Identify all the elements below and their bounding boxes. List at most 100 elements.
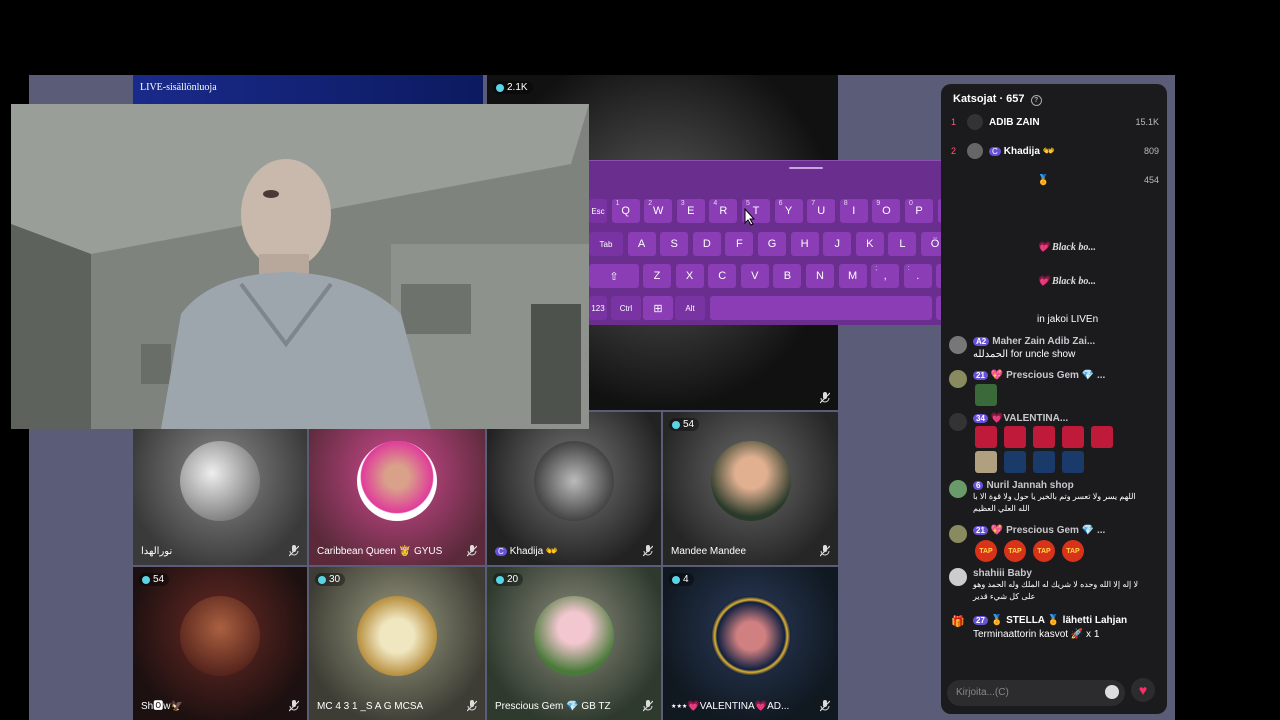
muted-mic-icon — [643, 545, 653, 557]
sticker-image — [1004, 451, 1026, 473]
guest-name: ٭٭٭💗VALENTINA💗AD... — [671, 701, 790, 712]
diamond-icon — [496, 83, 504, 92]
avatar — [710, 595, 791, 676]
sticker-image — [1033, 426, 1055, 448]
viewer-count-badge: 54 — [139, 573, 170, 586]
keyboard-key[interactable]: B — [773, 264, 802, 288]
gift-message[interactable]: 🎁 27 🏅 STELLA 🏅 lähetti Lahjan Terminaatt… — [949, 615, 1161, 645]
sticker-image — [1004, 426, 1026, 448]
guest-tile[interactable]: Caribbean Queen 👸 GYUS — [309, 412, 485, 565]
keyboard-drag-handle[interactable] — [789, 167, 823, 169]
esc-key[interactable]: Esc — [589, 199, 607, 223]
host-video-strip: LIVE-sisällönluoja — [133, 75, 483, 105]
space-key[interactable] — [710, 296, 932, 320]
avatar — [967, 114, 983, 130]
chat-message-partial: 💗 Black bo... — [1037, 276, 1096, 287]
keyboard-key[interactable]: D — [692, 232, 721, 256]
chat-message[interactable]: 21 💖 Prescious Gem 💎 ... — [949, 370, 1161, 406]
keyboard-key[interactable]: 4R — [709, 199, 738, 223]
muted-mic-icon — [289, 700, 299, 712]
diamond-icon — [142, 575, 150, 584]
webcam-preview[interactable] — [11, 104, 589, 429]
keyboard-key[interactable]: S — [660, 232, 689, 256]
avatar — [949, 568, 967, 586]
keyboard-key[interactable]: 8I — [839, 199, 868, 223]
viewers-header[interactable]: Katsojat · 657 ? — [953, 93, 1042, 106]
viewer-row[interactable]: 1 ADIB ZAIN 15.1K — [951, 112, 1159, 132]
chat-message[interactable]: 21 💖 Prescious Gem 💎 ... TAP TAP TAP TAP — [949, 525, 1161, 562]
alt-key[interactable]: Alt — [675, 296, 705, 320]
keyboard-key[interactable]: F — [725, 232, 754, 256]
keyboard-key[interactable]: K — [855, 232, 884, 256]
keyboard-key[interactable]: 1Q — [611, 199, 640, 223]
guest-tile[interactable]: نورالهدا — [133, 412, 307, 565]
sticker-image — [1062, 451, 1084, 473]
guest-name: Caribbean Queen 👸 GYUS — [317, 546, 443, 557]
avatar — [357, 440, 437, 521]
guest-tile[interactable]: 30 MC 4 3 1 _S A G MCSA — [309, 567, 485, 720]
tap-sticker: TAP — [975, 540, 997, 562]
emoji-icon[interactable] — [1105, 685, 1119, 699]
keyboard-key[interactable]: ;, — [871, 264, 900, 288]
guest-name: MC 4 3 1 _S A G MCSA — [317, 701, 424, 712]
chat-input[interactable]: Kirjoita...(C) — [947, 680, 1125, 706]
chat-message[interactable]: 34 💗VALENTINA... — [949, 413, 1161, 473]
chat-message[interactable]: A2 Maher Zain Adib Zai... الحمدلله for un… — [949, 336, 1161, 366]
keyboard-key[interactable]: M — [838, 264, 867, 288]
avatar — [949, 413, 967, 431]
guest-tile[interactable]: 54 Mandee Mandee — [663, 412, 838, 565]
tab-key[interactable]: Tab — [589, 232, 623, 256]
keyboard-key[interactable]: X — [675, 264, 704, 288]
heart-like-button[interactable]: ♥ — [1131, 678, 1155, 702]
chat-message[interactable]: shahiii Baby لا إله إلا الله وحده لا شري… — [949, 568, 1161, 604]
avatar — [710, 440, 791, 521]
keyboard-key[interactable]: G — [758, 232, 786, 256]
keyboard-key[interactable]: A — [627, 232, 656, 256]
avatar — [534, 440, 614, 521]
guest-tile[interactable]: C Khadija 👐 — [487, 412, 661, 565]
diamond-icon — [672, 420, 680, 429]
guest-tile[interactable]: 20 Prescious Gem 💎 GB TZ — [487, 567, 661, 720]
keyboard-key[interactable]: H — [790, 232, 819, 256]
keyboard-key[interactable]: :. — [903, 264, 932, 288]
info-icon[interactable]: ? — [1030, 95, 1042, 106]
chat-message[interactable]: 6 Nuril Jannah shop اللهم يسر ولا تعسر وت… — [949, 480, 1161, 516]
mouse-cursor-icon — [744, 208, 756, 226]
avatar — [949, 480, 967, 498]
muted-mic-icon — [820, 545, 830, 557]
level-badge: C — [989, 146, 1001, 156]
numbers-key[interactable]: 123 — [589, 296, 607, 320]
keyboard-key[interactable]: C — [708, 264, 737, 288]
keyboard-key[interactable]: 7U — [807, 199, 836, 223]
avatar — [180, 440, 260, 521]
keyboard-key[interactable]: J — [823, 232, 852, 256]
chat-panel: Katsojat · 657 ? 1 ADIB ZAIN 15.1K 2 C Kha… — [941, 84, 1167, 714]
guest-tile[interactable]: 4 ٭٭٭💗VALENTINA💗AD... — [663, 567, 838, 720]
keyboard-key[interactable]: 3E — [676, 199, 705, 223]
shift-key[interactable]: ⇧ — [589, 264, 639, 288]
muted-mic-icon — [467, 700, 477, 712]
guest-name: Prescious Gem 💎 GB TZ — [495, 701, 611, 712]
ctrl-key[interactable]: Ctrl — [611, 296, 641, 320]
keyboard-key[interactable]: 9O — [872, 199, 901, 223]
guest-name: C Khadija 👐 — [495, 546, 558, 557]
keyboard-key[interactable]: L — [888, 232, 917, 256]
gift-icon: 🎁 — [951, 616, 965, 628]
keyboard-key[interactable]: 2W — [644, 199, 673, 223]
keyboard-key[interactable]: 0P — [905, 199, 933, 223]
viewer-count-badge: 20 — [493, 573, 524, 586]
diamond-icon — [318, 575, 326, 584]
keyboard-key[interactable]: V — [740, 264, 769, 288]
sticker-image — [1062, 426, 1084, 448]
avatar — [357, 595, 437, 676]
guest-tile[interactable]: 54 Sh🅾w🦅 — [133, 567, 307, 720]
keyboard-key[interactable]: 6Y — [774, 199, 803, 223]
viewer-row[interactable]: 🏅 454 — [951, 170, 1159, 190]
avatar — [949, 336, 967, 354]
viewer-row[interactable]: 2 C Khadija 👐 809 — [951, 141, 1159, 161]
windows-key[interactable]: ⊞ — [643, 296, 673, 320]
keyboard-key[interactable]: N — [806, 264, 834, 288]
keyboard-key[interactable]: Z — [643, 264, 671, 288]
muted-mic-icon — [820, 392, 830, 404]
diamond-icon — [672, 575, 680, 584]
